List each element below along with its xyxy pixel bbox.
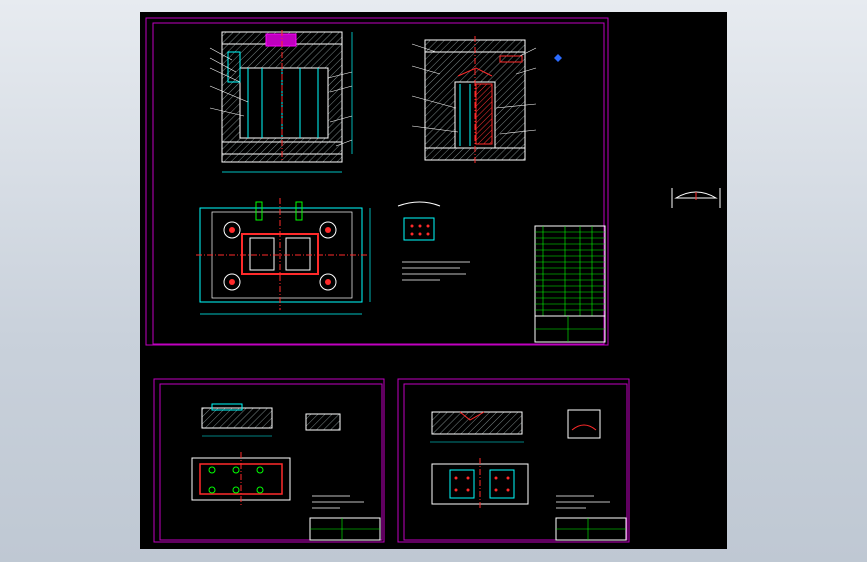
sheet-assembly-inner-frame	[152, 22, 605, 345]
sheet-detail-right[interactable]	[397, 378, 630, 543]
side-section-view	[411, 36, 562, 164]
front-section-view	[209, 30, 353, 173]
part-detail	[397, 201, 470, 281]
bom-table	[534, 225, 606, 343]
sheet-assembly[interactable]	[145, 17, 609, 346]
cad-viewport[interactable]	[140, 12, 727, 549]
cad-drawing-canvas	[145, 17, 721, 543]
sheet-detail-left[interactable]	[153, 378, 385, 543]
plan-view	[196, 198, 371, 315]
sheet-assembly-outer-frame	[145, 17, 609, 346]
part-preview-icon	[554, 54, 562, 62]
section-symbol	[671, 188, 721, 208]
